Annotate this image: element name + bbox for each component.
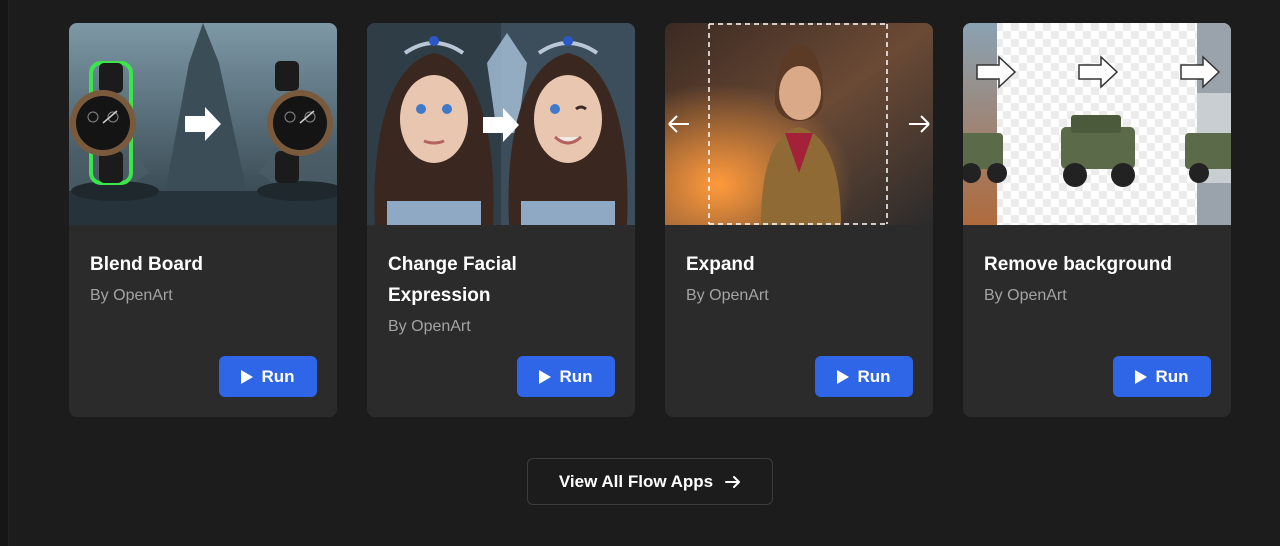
- card-title-block: Remove background By OpenArt: [984, 249, 1214, 311]
- run-button-label: Run: [857, 366, 891, 386]
- card-author: By OpenArt: [388, 318, 471, 335]
- play-icon: [1135, 369, 1148, 384]
- view-all-flow-apps-button[interactable]: View All Flow Apps: [527, 458, 773, 505]
- card-title: Remove background: [984, 254, 1172, 275]
- card-author: By OpenArt: [984, 287, 1067, 304]
- card-author: By OpenArt: [90, 287, 173, 304]
- run-button-blend-board[interactable]: Run: [219, 356, 317, 397]
- run-button-change-facial-expression[interactable]: Run: [517, 356, 615, 397]
- card-title: Change Facial Expression: [388, 254, 517, 306]
- blend-board-thumbnail: [69, 23, 337, 225]
- flow-app-card-change-facial-expression[interactable]: Change Facial Expression By OpenArt Run: [367, 23, 635, 417]
- card-title: Expand: [686, 254, 755, 275]
- flow-apps-grid: Blend Board By OpenArt Run Change Facial…: [69, 23, 1231, 417]
- run-button-label: Run: [1155, 366, 1189, 386]
- card-author: By OpenArt: [686, 287, 769, 304]
- run-button-label: Run: [261, 366, 295, 386]
- card-title-block: Expand By OpenArt: [686, 249, 916, 311]
- card-title-block: Blend Board By OpenArt: [90, 249, 320, 311]
- change-facial-expression-thumbnail: [367, 23, 635, 225]
- card-title: Blend Board: [90, 254, 203, 275]
- run-button-remove-background[interactable]: Run: [1113, 356, 1211, 397]
- play-icon: [539, 369, 552, 384]
- card-title-block: Change Facial Expression By OpenArt: [388, 249, 618, 342]
- flow-app-card-expand[interactable]: Expand By OpenArt Run: [665, 23, 933, 417]
- view-all-label: View All Flow Apps: [558, 471, 714, 491]
- play-icon: [241, 369, 254, 384]
- run-button-expand[interactable]: Run: [815, 356, 913, 397]
- flow-app-card-blend-board[interactable]: Blend Board By OpenArt Run: [69, 23, 337, 417]
- arrow-right-icon: [725, 475, 741, 489]
- run-button-label: Run: [559, 366, 593, 386]
- play-icon: [837, 369, 850, 384]
- remove-background-thumbnail: [963, 23, 1231, 225]
- flow-app-card-remove-background[interactable]: Remove background By OpenArt Run: [963, 23, 1231, 417]
- expand-thumbnail: [665, 23, 933, 225]
- page-left-edge: [0, 0, 9, 546]
